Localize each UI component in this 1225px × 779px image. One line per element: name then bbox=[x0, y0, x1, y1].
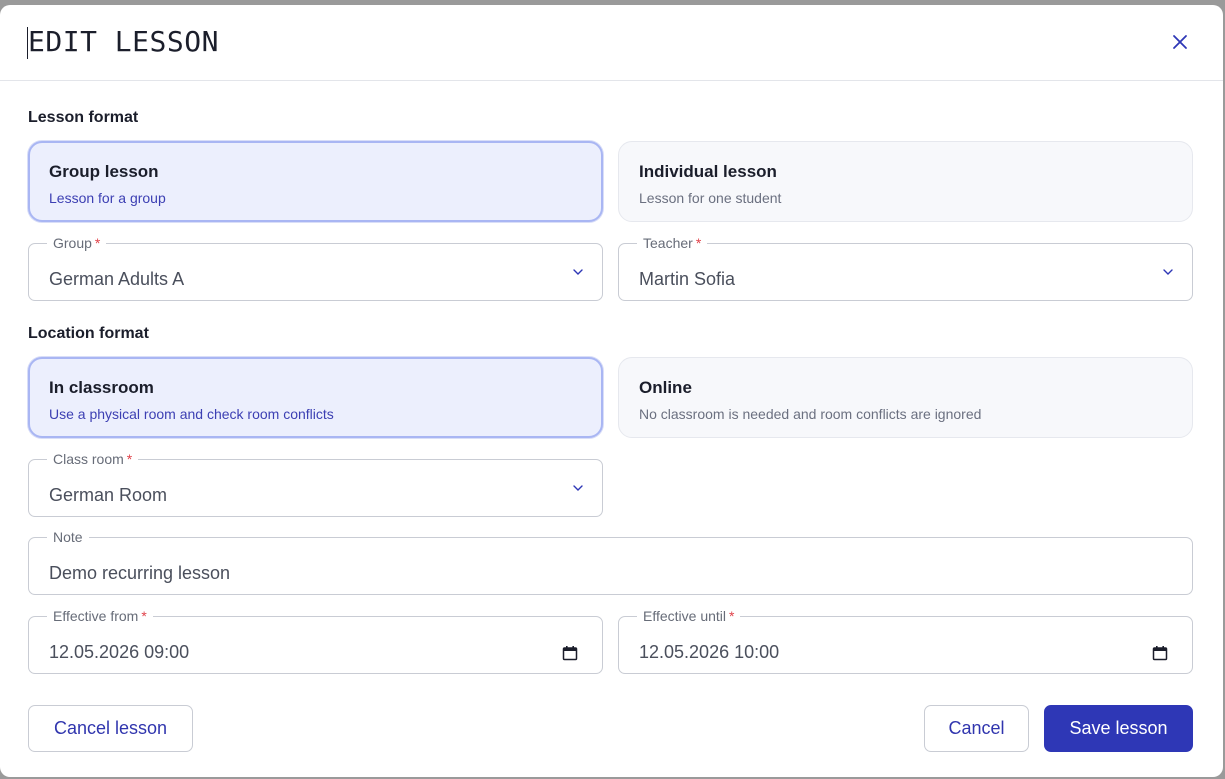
chevron-down-icon bbox=[573, 269, 583, 275]
teacher-value: Martin Sofia bbox=[639, 269, 736, 289]
classroom-field-label: Class room * bbox=[47, 450, 139, 468]
group-lesson-option[interactable]: Group lesson Lesson for a group bbox=[28, 141, 603, 222]
group-field-label: Group * bbox=[47, 234, 107, 252]
lesson-format-label: Lesson format bbox=[28, 109, 139, 126]
chevron-down-icon bbox=[573, 485, 583, 491]
effective-until-label-text: Effective until bbox=[643, 608, 727, 624]
dialog-header: EDIT LESSON bbox=[0, 5, 1223, 81]
dialog-title: EDIT LESSON bbox=[27, 25, 219, 59]
effective-until-label: Effective until * bbox=[637, 607, 741, 625]
effective-from-label: Effective from * bbox=[47, 607, 153, 625]
required-mark: * bbox=[141, 608, 147, 624]
effective-from-value: 12.05.2026 09:00 bbox=[49, 642, 190, 662]
location-format-label: Location format bbox=[28, 325, 149, 342]
individual-lesson-option[interactable]: Individual lesson Lesson for one student bbox=[618, 141, 1193, 222]
edit-lesson-dialog: EDIT LESSON Lesson format Group lesson L… bbox=[0, 5, 1223, 777]
classroom-select[interactable]: Class room * German Room bbox=[28, 450, 603, 517]
effective-until-input[interactable]: Effective until * 12.05.2026 10:00 bbox=[618, 607, 1193, 674]
option-title: Group lesson bbox=[49, 162, 159, 181]
calendar-icon[interactable] bbox=[562, 645, 578, 661]
online-option[interactable]: Online No classroom is needed and room c… bbox=[618, 357, 1193, 438]
teacher-label-text: Teacher bbox=[643, 235, 693, 251]
group-select[interactable]: Group * German Adults A bbox=[28, 234, 603, 301]
classroom-label-text: Class room bbox=[53, 451, 124, 467]
note-field-label: Note bbox=[47, 528, 89, 546]
required-mark: * bbox=[729, 608, 735, 624]
note-input[interactable]: Note Demo recurring lesson bbox=[28, 528, 1193, 595]
in-classroom-option[interactable]: In classroom Use a physical room and che… bbox=[28, 357, 603, 438]
save-lesson-button[interactable]: Save lesson bbox=[1044, 705, 1193, 752]
cancel-button[interactable]: Cancel bbox=[924, 705, 1029, 752]
group-value: German Adults A bbox=[49, 269, 185, 289]
close-button[interactable] bbox=[1166, 28, 1194, 56]
note-value: Demo recurring lesson bbox=[49, 563, 231, 583]
required-mark: * bbox=[695, 235, 702, 251]
effective-from-label-text: Effective from bbox=[53, 608, 139, 624]
group-label-text: Group bbox=[53, 235, 92, 251]
teacher-field-label: Teacher * bbox=[637, 234, 708, 252]
classroom-value: German Room bbox=[49, 485, 168, 505]
option-title: Individual lesson bbox=[639, 162, 777, 181]
option-description: No classroom is needed and room conflict… bbox=[639, 406, 982, 422]
cancel-lesson-button[interactable]: Cancel lesson bbox=[28, 705, 193, 752]
effective-until-value: 12.05.2026 10:00 bbox=[639, 642, 780, 662]
text-caret bbox=[27, 27, 28, 59]
teacher-select[interactable]: Teacher * Martin Sofia bbox=[618, 234, 1193, 301]
option-title: In classroom bbox=[49, 378, 154, 397]
effective-from-input[interactable]: Effective from * 12.05.2026 09:00 bbox=[28, 607, 603, 674]
required-mark: * bbox=[94, 235, 101, 251]
calendar-icon[interactable] bbox=[1152, 645, 1168, 661]
option-title: Online bbox=[639, 378, 692, 397]
dialog-title-text: EDIT LESSON bbox=[28, 25, 219, 58]
close-icon bbox=[1173, 35, 1187, 49]
option-description: Lesson for a group bbox=[49, 190, 166, 206]
chevron-down-icon bbox=[1163, 269, 1173, 275]
option-description: Use a physical room and check room confl… bbox=[49, 406, 334, 422]
required-mark: * bbox=[126, 451, 133, 467]
option-description: Lesson for one student bbox=[639, 190, 782, 206]
